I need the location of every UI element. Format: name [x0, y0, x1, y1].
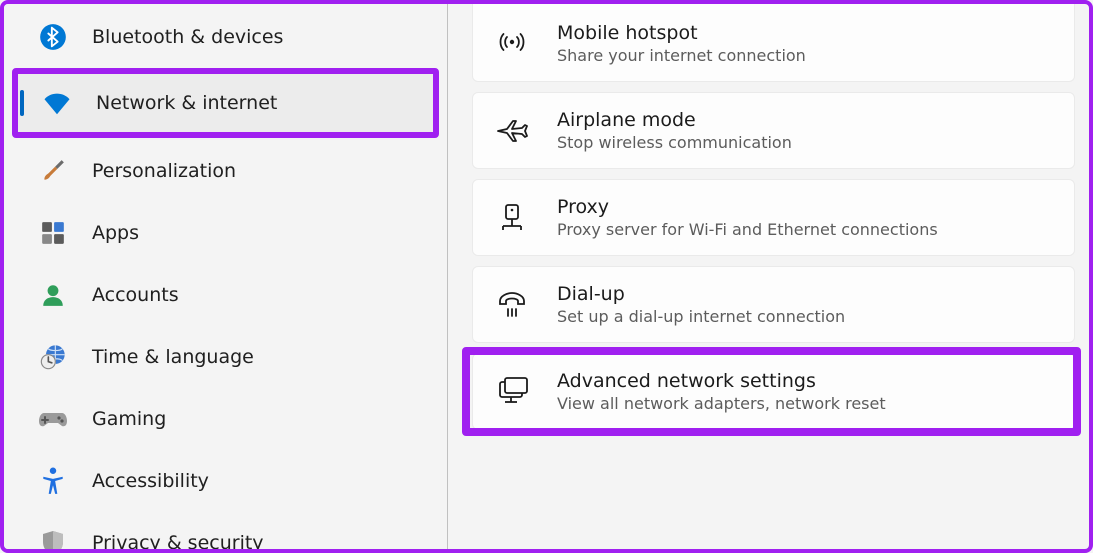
- sidebar-item-bluetooth[interactable]: Bluetooth & devices: [4, 6, 447, 68]
- card-title: Proxy: [557, 196, 938, 218]
- sidebar-item-accounts[interactable]: Accounts: [4, 264, 447, 326]
- sidebar-item-label: Personalization: [92, 160, 236, 182]
- card-title: Mobile hotspot: [557, 22, 806, 44]
- sidebar-item-time-language[interactable]: Time & language: [4, 326, 447, 388]
- card-title: Dial-up: [557, 283, 845, 305]
- gamepad-icon: [38, 404, 68, 434]
- airplane-icon: [495, 114, 529, 148]
- card-subtitle: Stop wireless communication: [557, 133, 792, 152]
- sidebar-item-label: Accessibility: [92, 470, 209, 492]
- accessibility-icon: [38, 466, 68, 496]
- card-subtitle: Proxy server for Wi-Fi and Ethernet conn…: [557, 220, 938, 239]
- card-advanced-network[interactable]: Advanced network settings View all netwo…: [472, 353, 1075, 430]
- monitor-icon: [495, 375, 529, 409]
- sidebar-item-privacy[interactable]: Privacy & security: [4, 512, 447, 553]
- card-proxy[interactable]: Proxy Proxy server for Wi-Fi and Etherne…: [472, 179, 1075, 256]
- shield-icon: [38, 528, 68, 553]
- bluetooth-icon: [38, 22, 68, 52]
- sidebar-item-personalization[interactable]: Personalization: [4, 140, 447, 202]
- hotspot-icon: [495, 27, 529, 61]
- sidebar-item-accessibility[interactable]: Accessibility: [4, 450, 447, 512]
- card-title: Advanced network settings: [557, 370, 886, 392]
- sidebar-item-label: Time & language: [92, 346, 254, 368]
- sidebar: Bluetooth & devices Network & internet: [4, 4, 448, 549]
- sidebar-item-gaming[interactable]: Gaming: [4, 388, 447, 450]
- sidebar-item-apps[interactable]: Apps: [4, 202, 447, 264]
- card-dialup[interactable]: Dial-up Set up a dial-up internet connec…: [472, 266, 1075, 343]
- paintbrush-icon: [38, 156, 68, 186]
- sidebar-item-label: Bluetooth & devices: [92, 26, 283, 48]
- card-subtitle: Set up a dial-up internet connection: [557, 307, 845, 326]
- card-subtitle: View all network adapters, network reset: [557, 394, 886, 413]
- apps-icon: [38, 218, 68, 248]
- sidebar-item-label: Privacy & security: [92, 532, 264, 553]
- globe-clock-icon: [38, 342, 68, 372]
- card-mobile-hotspot[interactable]: Mobile hotspot Share your internet conne…: [472, 4, 1075, 82]
- card-subtitle: Share your internet connection: [557, 46, 806, 65]
- sidebar-item-label: Gaming: [92, 408, 166, 430]
- main-content: Mobile hotspot Share your internet conne…: [448, 4, 1089, 549]
- sidebar-item-label: Apps: [92, 222, 139, 244]
- phone-icon: [495, 288, 529, 322]
- person-icon: [38, 280, 68, 310]
- sidebar-item-label: Accounts: [92, 284, 179, 306]
- sidebar-item-network[interactable]: Network & internet: [16, 72, 435, 134]
- sidebar-item-label: Network & internet: [96, 92, 277, 114]
- wifi-icon: [42, 88, 72, 118]
- card-airplane-mode[interactable]: Airplane mode Stop wireless communicatio…: [472, 92, 1075, 169]
- proxy-icon: [495, 201, 529, 235]
- card-title: Airplane mode: [557, 109, 792, 131]
